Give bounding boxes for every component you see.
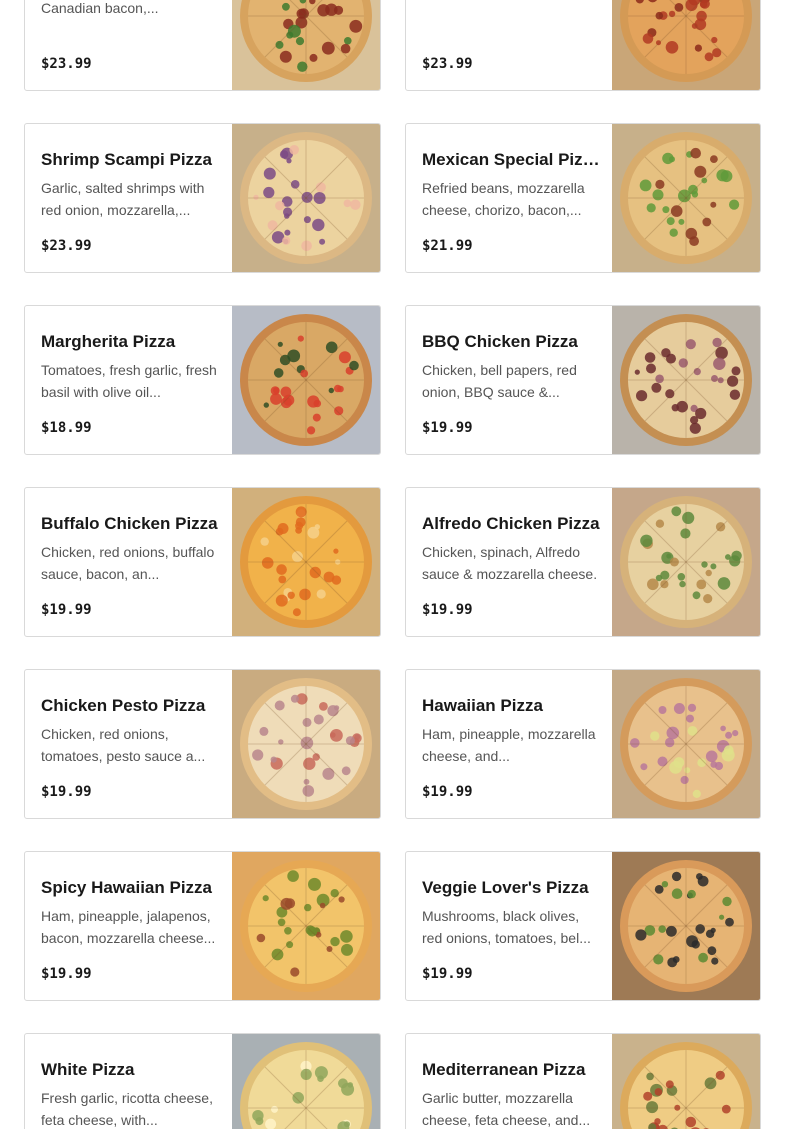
pizza-photo	[232, 124, 380, 272]
pizza-photo	[612, 1034, 760, 1129]
menu-item-card[interactable]: Chicken Pesto Pizza Chicken, red onions,…	[24, 669, 381, 819]
menu-item-info: White Pizza Fresh garlic, ricotta cheese…	[25, 1034, 232, 1129]
menu-item-description: Garlic, salted shrimps with red onion, m…	[41, 180, 205, 218]
menu-grid: Pepperoni, sausage, ham, Canadian bacon,…	[24, 0, 761, 1129]
menu-item-name: Mexican Special Pizza	[422, 150, 600, 169]
menu-item-price: $19.99	[41, 966, 92, 982]
menu-item-price: $19.99	[422, 602, 473, 618]
menu-item-info: Shrimp Scampi Pizza Garlic, salted shrim…	[25, 124, 232, 272]
menu-item-description: Ham, pineapple, jalapenos, bacon, mozzar…	[41, 908, 216, 946]
menu-item-price: $19.99	[422, 420, 473, 436]
menu-item-info: Margherita Pizza Tomatoes, fresh garlic,…	[25, 306, 232, 454]
menu-item-price: $23.99	[41, 238, 92, 254]
menu-item-card[interactable]: Mexican Special Pizza Refried beans, moz…	[405, 123, 761, 273]
menu-item-card[interactable]: Buffalo Chicken Pizza Chicken, red onion…	[24, 487, 381, 637]
menu-item-name: Chicken Pesto Pizza	[41, 696, 206, 715]
menu-item-description: Tomatoes, fresh garlic, fresh basil with…	[41, 362, 217, 400]
menu-item-image	[232, 0, 380, 90]
menu-item-info: BBQ Chicken Pizza Chicken, bell papers, …	[406, 306, 612, 454]
menu-item-name: Hawaiian Pizza	[422, 696, 543, 715]
menu-item-info: Buffalo Chicken Pizza Chicken, red onion…	[25, 488, 232, 636]
menu-item-info: Alfredo Chicken Pizza Chicken, spinach, …	[406, 488, 612, 636]
menu-item-info: Pepperoni, sausage, ham, Canadian bacon,…	[25, 0, 232, 90]
menu-item-image	[612, 0, 760, 90]
menu-item-description: Chicken, bell papers, red onion, BBQ sau…	[422, 362, 577, 400]
pizza-photo	[232, 1034, 380, 1129]
menu-item-info: Hawaiian Pizza Ham, pineapple, mozzarell…	[406, 670, 612, 818]
pizza-photo	[612, 306, 760, 454]
pizza-photo	[232, 488, 380, 636]
menu-item-card[interactable]: BBQ Chicken Pizza Chicken, bell papers, …	[405, 305, 761, 455]
menu-item-image	[232, 124, 380, 272]
menu-item-description: Pepperoni, sausage, ham, Canadian bacon,…	[41, 0, 159, 16]
menu-item-name: BBQ Chicken Pizza	[422, 332, 578, 351]
menu-item-name: White Pizza	[41, 1060, 135, 1079]
menu-item-image	[232, 306, 380, 454]
menu-item-price: $21.99	[422, 238, 473, 254]
menu-item-description: Ham, pineapple, mozzarella cheese, and..…	[422, 726, 596, 764]
menu-item-image	[612, 670, 760, 818]
menu-page: Pepperoni, sausage, ham, Canadian bacon,…	[0, 0, 785, 1129]
pizza-photo	[612, 670, 760, 818]
menu-item-image	[612, 124, 760, 272]
menu-item-description: Chicken, spinach, Alfredo sauce & mozzar…	[422, 544, 598, 582]
menu-item-info: meatballs, pepperoni,... $23.99	[406, 0, 612, 90]
menu-item-image	[232, 1034, 380, 1129]
menu-item-card[interactable]: Hawaiian Pizza Ham, pineapple, mozzarell…	[405, 669, 761, 819]
menu-item-card[interactable]: White Pizza Fresh garlic, ricotta cheese…	[24, 1033, 381, 1129]
pizza-photo	[232, 852, 380, 1000]
menu-item-name: Mediterranean Pizza	[422, 1060, 586, 1079]
menu-item-image	[612, 488, 760, 636]
menu-item-info: Spicy Hawaiian Pizza Ham, pineapple, jal…	[25, 852, 232, 1000]
menu-item-price: $23.99	[422, 56, 473, 72]
menu-item-price: $18.99	[41, 420, 92, 436]
menu-item-info: Chicken Pesto Pizza Chicken, red onions,…	[25, 670, 232, 818]
menu-item-image	[612, 306, 760, 454]
menu-item-card[interactable]: Veggie Lover's Pizza Mushrooms, black ol…	[405, 851, 761, 1001]
menu-item-card[interactable]: Alfredo Chicken Pizza Chicken, spinach, …	[405, 487, 761, 637]
menu-item-card[interactable]: Pepperoni, sausage, ham, Canadian bacon,…	[24, 0, 381, 91]
menu-item-description: Chicken, red onions, tomatoes, pesto sau…	[41, 726, 206, 764]
menu-item-name: Alfredo Chicken Pizza	[422, 514, 600, 533]
pizza-photo	[612, 124, 760, 272]
menu-item-card[interactable]: Margherita Pizza Tomatoes, fresh garlic,…	[24, 305, 381, 455]
menu-item-card[interactable]: Spicy Hawaiian Pizza Ham, pineapple, jal…	[24, 851, 381, 1001]
pizza-photo	[232, 0, 380, 90]
menu-item-name: Spicy Hawaiian Pizza	[41, 878, 213, 897]
menu-item-price: $19.99	[422, 784, 473, 800]
menu-item-image	[232, 670, 380, 818]
menu-item-image	[232, 488, 380, 636]
menu-item-info: Veggie Lover's Pizza Mushrooms, black ol…	[406, 852, 612, 1000]
pizza-photo	[612, 852, 760, 1000]
menu-item-price: $19.99	[422, 966, 473, 982]
menu-item-card[interactable]: Shrimp Scampi Pizza Garlic, salted shrim…	[24, 123, 381, 273]
menu-item-name: Buffalo Chicken Pizza	[41, 514, 218, 533]
menu-item-image	[232, 852, 380, 1000]
menu-item-description: Garlic butter, mozzarella cheese, feta c…	[422, 1090, 591, 1128]
menu-item-info: Mexican Special Pizza Refried beans, moz…	[406, 124, 612, 272]
menu-item-description: Mushrooms, black olives, red onions, tom…	[422, 908, 591, 946]
menu-item-description: Refried beans, mozzarella cheese, choriz…	[422, 180, 585, 218]
menu-item-description: Fresh garlic, ricotta cheese, feta chees…	[41, 1090, 213, 1128]
pizza-photo	[612, 0, 760, 90]
menu-item-name: Margherita Pizza	[41, 332, 176, 351]
menu-item-card[interactable]: Mediterranean Pizza Garlic butter, mozza…	[405, 1033, 761, 1129]
menu-item-price: $23.99	[41, 56, 92, 72]
menu-item-card[interactable]: meatballs, pepperoni,... $23.99	[405, 0, 761, 91]
pizza-photo	[612, 488, 760, 636]
menu-item-name: Veggie Lover's Pizza	[422, 878, 589, 897]
menu-item-name: Shrimp Scampi Pizza	[41, 150, 212, 169]
menu-item-info: Mediterranean Pizza Garlic butter, mozza…	[406, 1034, 612, 1129]
menu-item-description: Chicken, red onions, buffalo sauce, baco…	[41, 544, 215, 582]
menu-item-price: $19.99	[41, 784, 92, 800]
pizza-photo	[232, 670, 380, 818]
menu-item-description: meatballs, pepperoni,...	[422, 0, 600, 19]
menu-item-price: $19.99	[41, 602, 92, 618]
menu-item-image	[612, 852, 760, 1000]
menu-item-image	[612, 1034, 760, 1129]
pizza-photo	[232, 306, 380, 454]
